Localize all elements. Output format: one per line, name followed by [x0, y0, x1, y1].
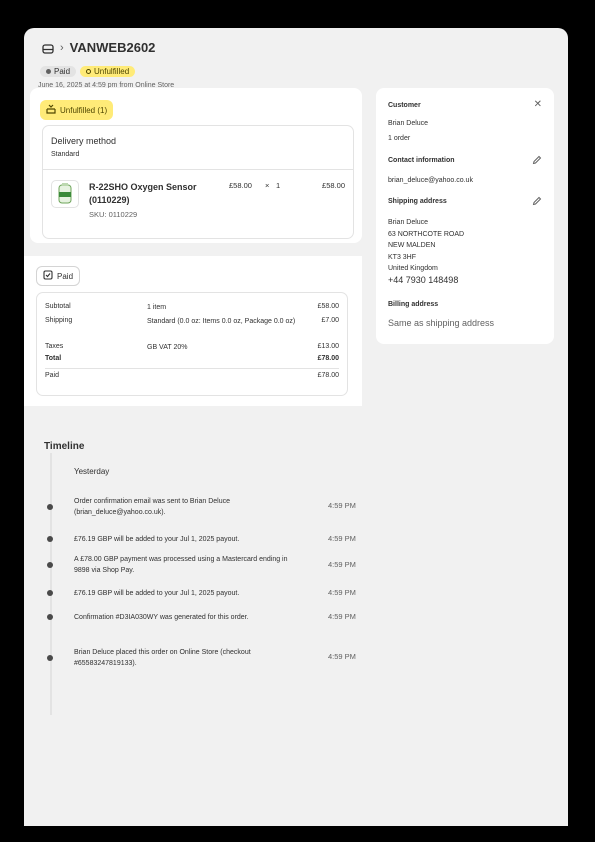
timeline-day: Yesterday	[74, 467, 110, 476]
timeline-dot	[47, 655, 53, 661]
timeline-line	[50, 453, 52, 715]
receipt-check-icon	[43, 270, 53, 282]
event-time: 4:59 PM	[328, 588, 356, 597]
badge-label: Paid	[54, 67, 71, 76]
timeline-dot	[47, 614, 53, 620]
customer-order-count[interactable]: 1 order	[388, 135, 410, 142]
event-time: 4:59 PM	[328, 560, 356, 569]
row-amount: £78.00	[317, 372, 339, 379]
dot-icon	[46, 69, 51, 74]
row-amount: £7.00	[321, 317, 339, 324]
address-line: United Kingdom	[388, 265, 438, 272]
payment-card: Paid Subtotal 1 item £58.00 Shipping Sta…	[24, 256, 362, 406]
delivery-method-value: Standard	[51, 151, 80, 158]
address-line: KT3 3HF	[388, 253, 417, 261]
customer-card: Customer ✕ Brian Deluce 1 order Contact …	[376, 88, 554, 344]
product-thumbnail[interactable]	[51, 180, 79, 208]
customer-email[interactable]: brian_deluce@yahoo.co.uk	[388, 177, 473, 184]
row-label: Total	[45, 355, 62, 362]
event-text[interactable]: £76.19 GBP will be added to your Jul 1, …	[74, 534, 304, 545]
divider	[45, 368, 339, 369]
timeline-dot	[47, 536, 53, 542]
timeline-title: Timeline	[44, 441, 85, 452]
orders-icon[interactable]	[42, 42, 54, 54]
package-icon	[46, 104, 56, 116]
billing-address-value: Same as shipping address	[388, 318, 495, 328]
pill-label: Paid	[57, 271, 74, 281]
row-amount: £78.00	[317, 355, 339, 362]
fulfillment-status-badge: Unfulfilled	[80, 66, 136, 77]
delivery-method-label: Delivery method	[51, 136, 117, 146]
event-text[interactable]: A £78.00 GBP payment was processed using…	[74, 554, 304, 576]
product-sku: SKU: 0110229	[89, 210, 138, 219]
timeline-dot	[47, 590, 53, 596]
event-time: 4:59 PM	[328, 534, 356, 543]
payment-summary-box: Subtotal 1 item £58.00 Shipping Standard…	[36, 292, 348, 396]
event-time: 4:59 PM	[328, 501, 356, 510]
badge-label: Unfulfilled	[94, 67, 130, 76]
contact-title: Contact information	[388, 157, 455, 164]
address-line: NEW MALDEN	[388, 242, 436, 249]
row-label: Shipping	[45, 317, 73, 324]
window-bottom-bar	[24, 826, 568, 842]
event-time: 4:59 PM	[328, 612, 356, 621]
payment-status-pill: Paid	[36, 266, 81, 286]
ring-icon	[86, 69, 92, 74]
row-label: Subtotal	[45, 303, 71, 310]
timeline-dot	[47, 504, 53, 510]
product-line-total: £58.00	[322, 181, 345, 190]
close-icon[interactable]: ✕	[534, 99, 542, 110]
customer-title: Customer	[388, 102, 421, 109]
edit-shipping-pencil-icon[interactable]	[532, 196, 542, 209]
status-badges: Paid Unfulfilled	[40, 66, 136, 77]
timeline-dot	[47, 562, 53, 568]
customer-name[interactable]: Brian Deluce	[388, 120, 428, 127]
address-line: Brian Deluce	[388, 219, 429, 226]
pill-label: Unfulfilled (1)	[60, 105, 108, 115]
times-sign: ×	[265, 181, 270, 190]
row-label: Paid	[45, 372, 60, 379]
page-header: › VANWEB2602	[42, 40, 155, 55]
product-name[interactable]: R-22SHO Oxygen Sensor (0110229)	[89, 181, 219, 207]
edit-contact-pencil-icon[interactable]	[532, 155, 542, 168]
fulfillment-card: Unfulfilled (1) Delivery method Standard…	[30, 88, 362, 243]
event-text[interactable]: £76.19 GBP will be added to your Jul 1, …	[74, 588, 304, 599]
shipping-address: Brian Deluce 63 NORTHCOTE ROAD NEW MALDE…	[388, 217, 464, 286]
event-time: 4:59 PM	[328, 652, 356, 661]
row-amount: £58.00	[317, 303, 339, 310]
order-page: › VANWEB2602 Paid Unfulfilled June 16, 2…	[24, 28, 568, 826]
event-text[interactable]: Order confirmation email was sent to Bri…	[74, 496, 304, 518]
fulfillment-status-pill: Unfulfilled (1)	[40, 100, 114, 120]
row-label: Taxes	[45, 343, 64, 350]
row-desc: 1 item	[147, 304, 167, 311]
page-title: VANWEB2602	[69, 40, 156, 55]
divider	[43, 169, 353, 170]
shipping-address-title: Shipping address	[388, 198, 447, 205]
row-amount: £13.00	[317, 343, 339, 350]
customer-phone[interactable]: +44 7930 148498	[388, 275, 464, 287]
row-desc: GB VAT 20%	[147, 344, 188, 351]
event-text[interactable]: Brian Deluce placed this order on Online…	[74, 647, 304, 669]
line-items-box: Delivery method Standard R-22SHO Oxygen …	[42, 125, 354, 239]
chevron-right-icon: ›	[60, 41, 64, 54]
payment-status-badge: Paid	[40, 66, 77, 77]
address-line: 63 NORTHCOTE ROAD	[388, 230, 465, 238]
product-quantity: 1	[276, 181, 281, 190]
billing-address-title: Billing address	[388, 301, 439, 308]
product-unit-price: £58.00	[229, 181, 252, 190]
event-text[interactable]: Confirmation #D3IA030WY was generated fo…	[74, 612, 304, 623]
row-desc: Standard (0.0 oz: Items 0.0 oz, Package …	[147, 318, 296, 325]
